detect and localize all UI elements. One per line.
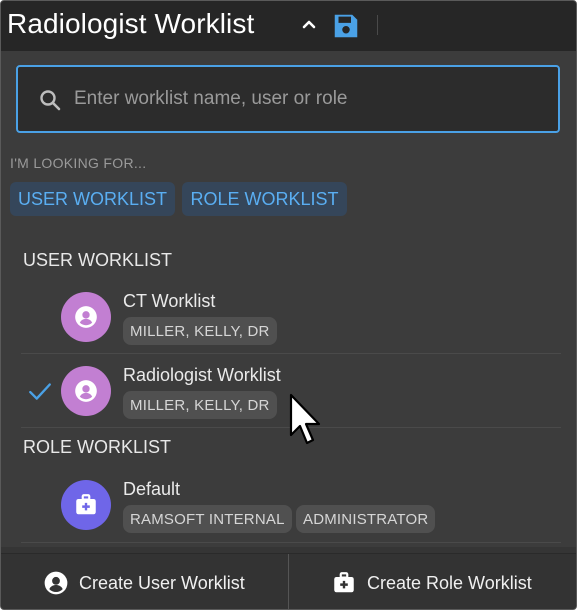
worklist-name: Radiologist Worklist [123,365,281,385]
list-item[interactable]: Radiologist Worklist MILLER, KELLY, DR [1,355,561,429]
user-avatar-icon [61,366,111,416]
worklist-selector-panel: Radiologist Worklist I'M LOOKING FOR... … [0,0,577,610]
search-input[interactable] [74,67,544,131]
divider [21,542,561,543]
create-user-worklist-button[interactable]: Create User Worklist [43,554,245,609]
user-circle-icon [44,571,68,595]
worklist-title: Radiologist Worklist [7,8,255,39]
mouse-cursor-icon [289,393,321,445]
owner-badge: MILLER, KELLY, DR [123,317,277,345]
create-user-worklist-label: Create User Worklist [79,572,245,593]
role-avatar-icon [61,480,111,530]
header: Radiologist Worklist [1,1,576,51]
divider [21,353,561,354]
user-avatar-icon [61,292,111,342]
role-badge: RAMSOFT INTERNAL [123,505,292,533]
search-icon [38,88,62,112]
create-role-worklist-label: Create Role Worklist [367,572,532,593]
owner-badge: MILLER, KELLY, DR [123,391,277,419]
list-item[interactable]: CT Worklist MILLER, KELLY, DR [1,281,561,355]
list-item[interactable]: Default RAMSOFT INTERNAL ADMINISTRATOR [1,469,561,543]
create-role-worklist-button[interactable]: Create Role Worklist [331,554,532,609]
user-worklist-section-title: USER WORKLIST [23,250,173,270]
save-icon[interactable] [331,11,361,41]
role-worklist-section-title: ROLE WORKLIST [23,437,172,457]
medical-bag-icon [334,572,354,593]
search-box [16,65,560,133]
role-badge: ADMINISTRATOR [296,505,436,533]
worklist-name: Default [123,479,181,499]
chevron-up-icon[interactable] [297,13,321,37]
header-divider [377,15,378,35]
filter-user-worklist-button[interactable]: USER WORKLIST [10,182,175,216]
footer: Create User Worklist Create Role Worklis… [1,553,576,609]
filter-heading: I'M LOOKING FOR... [10,155,147,171]
filter-role-worklist-button[interactable]: ROLE WORKLIST [182,182,347,216]
check-icon [27,378,53,404]
worklist-name: CT Worklist [123,291,216,311]
footer-divider [288,554,289,609]
